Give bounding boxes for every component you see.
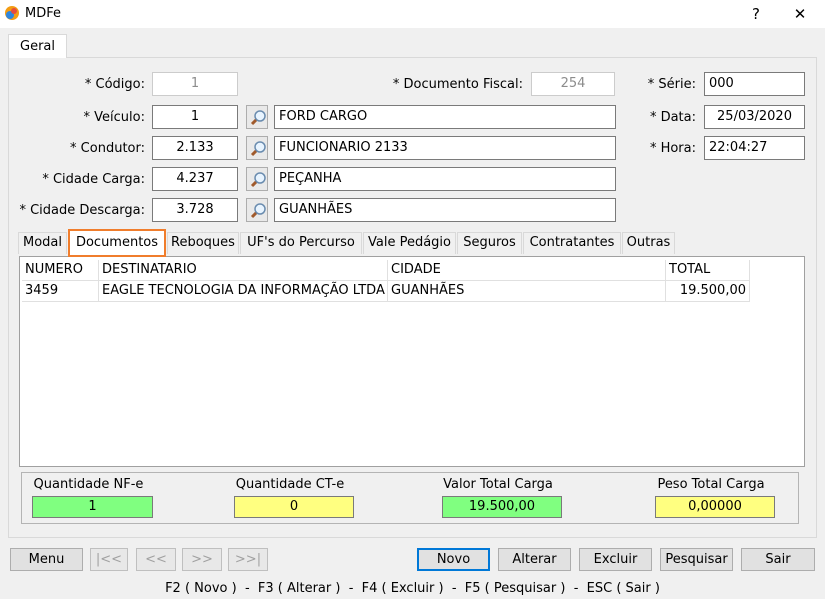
veiculo-label: * Veículo: (83, 110, 145, 125)
tab-modal[interactable]: Modal (18, 232, 67, 254)
serie-field[interactable]: 000 (704, 72, 805, 96)
table-cell-destinatario[interactable]: EAGLE TECNOLOGIA DA INFORMAÇÃO LTDA (99, 281, 388, 302)
sair-button[interactable]: Sair (741, 548, 815, 571)
veiculo-search-button[interactable] (246, 105, 268, 129)
tab-ufs-percurso[interactable]: UF's do Percurso (240, 232, 362, 254)
codigo-label: * Código: (84, 77, 145, 92)
search-icon (250, 203, 266, 219)
cidade-descarga-name-field[interactable]: GUANHÃES (274, 198, 616, 222)
novo-button[interactable]: Novo (417, 548, 490, 571)
tab-reboques[interactable]: Reboques (167, 232, 239, 254)
alterar-button[interactable]: Alterar (498, 548, 571, 571)
cidade-descarga-search-button[interactable] (246, 198, 268, 222)
cidade-descarga-code-field[interactable]: 3.728 (152, 198, 238, 222)
pesquisar-button[interactable]: Pesquisar (660, 548, 733, 571)
cidade-carga-name-field[interactable]: PEÇANHA (274, 167, 616, 191)
valor-total-value: 19.500,00 (442, 496, 562, 518)
condutor-code-field[interactable]: 2.133 (152, 136, 238, 160)
peso-total-label: Peso Total Carga (657, 477, 765, 492)
title-bar: MDFe ? ✕ (0, 0, 825, 28)
help-button[interactable]: ? (741, 3, 771, 25)
close-button[interactable]: ✕ (785, 3, 815, 25)
cidade-carga-search-button[interactable] (246, 167, 268, 191)
documentos-grid[interactable]: NUMERO DESTINATARIO CIDADE TOTAL 3459 EA… (19, 256, 805, 467)
qtd-nfe-label: Quantidade NF-e (33, 477, 144, 492)
data-field[interactable]: 25/03/2020 (704, 105, 805, 129)
previous-record-button[interactable]: << (136, 548, 176, 571)
search-icon (250, 141, 266, 157)
veiculo-code-field[interactable]: 1 (152, 105, 238, 129)
excluir-button[interactable]: Excluir (579, 548, 652, 571)
search-icon (250, 110, 266, 126)
tab-seguros[interactable]: Seguros (457, 232, 522, 254)
table-cell-total[interactable]: 19.500,00 (666, 281, 750, 302)
tab-vale-pedagio[interactable]: Vale Pedágio (363, 232, 456, 254)
tab-geral[interactable]: Geral (8, 34, 67, 58)
cidade-carga-label: * Cidade Carga: (42, 172, 145, 187)
menu-button[interactable]: Menu (10, 548, 83, 571)
column-header-total[interactable]: TOTAL (666, 260, 750, 281)
qtd-cte-value: 0 (234, 496, 354, 518)
cidade-descarga-label: * Cidade Descarga: (19, 203, 145, 218)
documento-fiscal-label: * Documento Fiscal: (392, 77, 523, 92)
tab-documentos[interactable]: Documentos (68, 229, 166, 257)
first-record-button[interactable]: |<< (90, 548, 128, 571)
last-record-button[interactable]: >>| (228, 548, 268, 571)
column-header-numero[interactable]: NUMERO (22, 260, 99, 281)
qtd-nfe-value: 1 (32, 496, 153, 518)
tab-contratantes[interactable]: Contratantes (523, 232, 621, 254)
table-cell-numero[interactable]: 3459 (22, 281, 99, 302)
tab-outras[interactable]: Outras (622, 232, 675, 254)
condutor-name-field[interactable]: FUNCIONARIO 2133 (274, 136, 616, 160)
condutor-label: * Condutor: (70, 141, 145, 156)
qtd-cte-label: Quantidade CT-e (235, 477, 345, 492)
data-label: * Data: (649, 110, 696, 125)
shortcut-status-bar: F2 ( Novo ) - F3 ( Alterar ) - F4 ( Excl… (165, 581, 660, 596)
next-record-button[interactable]: >> (182, 548, 222, 571)
hora-field[interactable]: 22:04:27 (704, 136, 805, 160)
column-header-destinatario[interactable]: DESTINATARIO (99, 260, 388, 281)
column-header-cidade[interactable]: CIDADE (388, 260, 666, 281)
codigo-field: 1 (152, 72, 238, 96)
veiculo-name-field[interactable]: FORD CARGO (274, 105, 616, 129)
valor-total-label: Valor Total Carga (443, 477, 553, 492)
documento-fiscal-field: 254 (531, 72, 615, 96)
hora-label: * Hora: (649, 141, 696, 156)
peso-total-value: 0,00000 (655, 496, 775, 518)
cidade-carga-code-field[interactable]: 4.237 (152, 167, 238, 191)
table-cell-cidade[interactable]: GUANHÃES (388, 281, 666, 302)
search-icon (250, 172, 266, 188)
window-title: MDFe (25, 6, 61, 21)
serie-label: * Série: (647, 77, 696, 92)
condutor-search-button[interactable] (246, 136, 268, 160)
app-icon (5, 6, 19, 20)
